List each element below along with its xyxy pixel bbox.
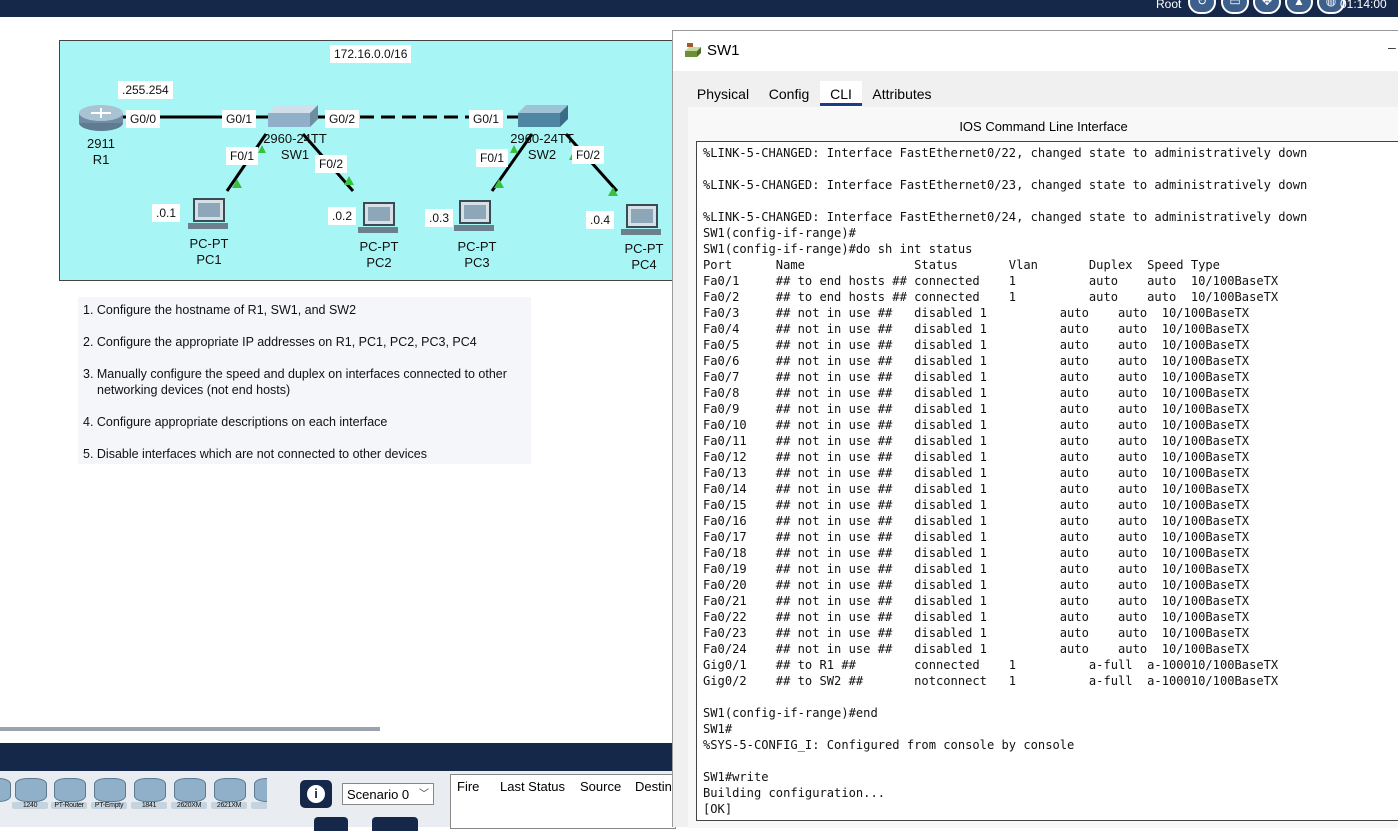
router-mask-label: .255.254 xyxy=(118,81,173,99)
pc4-name: PC4 xyxy=(631,257,657,272)
delete-scenario-button[interactable] xyxy=(372,817,418,831)
scenario-select[interactable]: Scenario 0 ﹀ xyxy=(342,783,434,805)
r1-port-g00: G0/0 xyxy=(126,110,161,128)
router-model: 2911 xyxy=(87,136,115,151)
switch-sw1-label[interactable]: 2960-24TT SW1 xyxy=(256,131,334,163)
sw1-window: SW1 – Physical Config CLI Attributes IOS… xyxy=(672,30,1398,828)
pc-icon xyxy=(621,204,661,235)
device-label: 1240 xyxy=(12,802,48,809)
column-source[interactable]: Source xyxy=(580,779,621,794)
instruction-item: 1. Configure the hostname of R1, SW1, an… xyxy=(83,303,357,317)
device-label: 2621XM xyxy=(211,802,247,809)
refresh-icon[interactable]: ↻ xyxy=(1188,0,1216,14)
router-r1-label[interactable]: 2911 R1 xyxy=(80,136,122,168)
mountain-icon[interactable]: ▲ xyxy=(1285,0,1313,14)
pc2-label[interactable]: PC-PT PC2 xyxy=(354,239,404,271)
pc-icon xyxy=(358,202,398,233)
move-icon[interactable]: ✥ xyxy=(1253,0,1281,14)
window-titlebar[interactable]: SW1 – xyxy=(673,31,1398,71)
pc1-label[interactable]: PC-PT PC1 xyxy=(184,236,234,268)
system-taskbar: Root ↻ ▭ ✥ ▲ ◍ 01:14:00 xyxy=(0,0,1398,17)
tab-cli[interactable]: CLI xyxy=(820,81,862,107)
column-destination[interactable]: Destin xyxy=(635,779,672,794)
sw1-port-g01: G0/1 xyxy=(222,110,257,128)
column-last-status[interactable]: Last Status xyxy=(500,779,565,794)
switch-icon xyxy=(268,105,318,127)
sw1-port-f01: F0/1 xyxy=(226,147,259,165)
tab-config[interactable]: Config xyxy=(760,81,818,107)
device-label: 1841 xyxy=(131,802,167,809)
new-scenario-button[interactable] xyxy=(314,817,348,831)
instruction-item-continued: networking devices (not end hosts) xyxy=(97,383,291,397)
sw2-model: 2960-24TT xyxy=(510,131,574,146)
sw1-port-g02: G0/2 xyxy=(325,110,360,128)
router-name: R1 xyxy=(92,152,110,167)
pc4-label[interactable]: PC-PT PC4 xyxy=(619,241,669,273)
switch-icon xyxy=(685,43,701,57)
user-label: Root xyxy=(1156,0,1182,11)
window-title: SW1 xyxy=(707,42,740,59)
pc1-type: PC-PT xyxy=(189,236,229,251)
pc-icon xyxy=(454,200,494,231)
device-label: 2620XM xyxy=(171,802,207,809)
chevron-down-icon: ﹀ xyxy=(419,789,429,800)
device-label: PT-Empty xyxy=(91,802,127,809)
logical-workspace[interactable]: 172.16.0.0/16 .255.254 G0/0 G0/1 G0/2 F0… xyxy=(0,17,679,731)
instruction-item: 3. Manually configure the speed and dupl… xyxy=(83,367,507,381)
device-pt-router-icon[interactable]: PT-Router xyxy=(51,776,87,814)
pc-icon xyxy=(188,198,228,229)
sw1-name: SW1 xyxy=(280,147,310,162)
pc3-name: PC3 xyxy=(464,255,490,270)
column-fire[interactable]: Fire xyxy=(457,779,479,794)
instruction-item: 4. Configure appropriate descriptions on… xyxy=(83,415,388,429)
device-partial-icon[interactable]: 2 xyxy=(251,776,267,814)
pc2-ip-label: .0.2 xyxy=(328,207,357,225)
pc4-type: PC-PT xyxy=(624,241,664,256)
scenario-value: Scenario 0 xyxy=(347,787,410,802)
tab-physical[interactable]: Physical xyxy=(688,81,758,107)
device-router-icon[interactable] xyxy=(0,776,12,814)
device-2620xm-icon[interactable]: 2620XM xyxy=(171,776,207,814)
switch-icon xyxy=(518,105,568,127)
instructions-note[interactable]: 1. Configure the hostname of R1, SW1, an… xyxy=(78,297,531,464)
device-pt-empty-icon[interactable]: PT-Empty xyxy=(91,776,127,814)
pc3-ip-label: .0.3 xyxy=(425,209,454,227)
sw1-model: 2960-24TT xyxy=(263,131,327,146)
info-button[interactable]: i xyxy=(300,780,332,808)
device-tabs: Physical Config CLI Attributes xyxy=(688,81,1398,107)
device-1841-icon[interactable]: 1841 xyxy=(131,776,167,814)
instruction-item: 2. Configure the appropriate IP addresse… xyxy=(83,335,477,349)
sw2-port-g01: G0/1 xyxy=(469,110,504,128)
minimize-button[interactable]: – xyxy=(1388,39,1396,55)
instruction-item: 5. Disable interfaces which are not conn… xyxy=(83,447,427,461)
pc2-name: PC2 xyxy=(366,255,392,270)
pc2-type: PC-PT xyxy=(359,239,399,254)
switch-sw2-label[interactable]: 2960-24TT SW2 xyxy=(503,131,581,163)
pc1-ip-label: .0.1 xyxy=(152,204,181,222)
chat-icon[interactable]: ▭ xyxy=(1221,0,1249,14)
device-label: PT-Router xyxy=(51,802,87,809)
network-label: 172.16.0.0/16 xyxy=(330,45,412,63)
info-icon: i xyxy=(307,785,325,803)
pc3-label[interactable]: PC-PT PC3 xyxy=(452,239,502,271)
device-label: 2 xyxy=(251,802,267,809)
pc4-ip-label: .0.4 xyxy=(586,211,615,229)
sw2-name: SW2 xyxy=(527,147,557,162)
device-1240-icon[interactable]: 1240 xyxy=(12,776,48,814)
pc1-name: PC1 xyxy=(196,252,222,267)
workspace-horizontal-scrollbar[interactable] xyxy=(0,727,380,731)
tab-attributes[interactable]: Attributes xyxy=(866,81,938,107)
device-2621xm-icon[interactable]: 2621XM xyxy=(211,776,247,814)
pdu-list-table[interactable]: Fire Last Status Source Destin xyxy=(450,774,676,829)
cli-console[interactable]: %LINK-5-CHANGED: Interface FastEthernet0… xyxy=(696,141,1398,821)
pc3-type: PC-PT xyxy=(457,239,497,254)
router-icon xyxy=(79,105,123,131)
topology-area[interactable]: 172.16.0.0/16 .255.254 G0/0 G0/1 G0/2 F0… xyxy=(59,40,679,281)
clock: 01:14:00 xyxy=(1340,0,1387,11)
cli-heading: IOS Command Line Interface xyxy=(959,119,1128,134)
cli-output[interactable]: %LINK-5-CHANGED: Interface FastEthernet0… xyxy=(703,145,1307,817)
bottom-toolbar xyxy=(0,743,672,771)
